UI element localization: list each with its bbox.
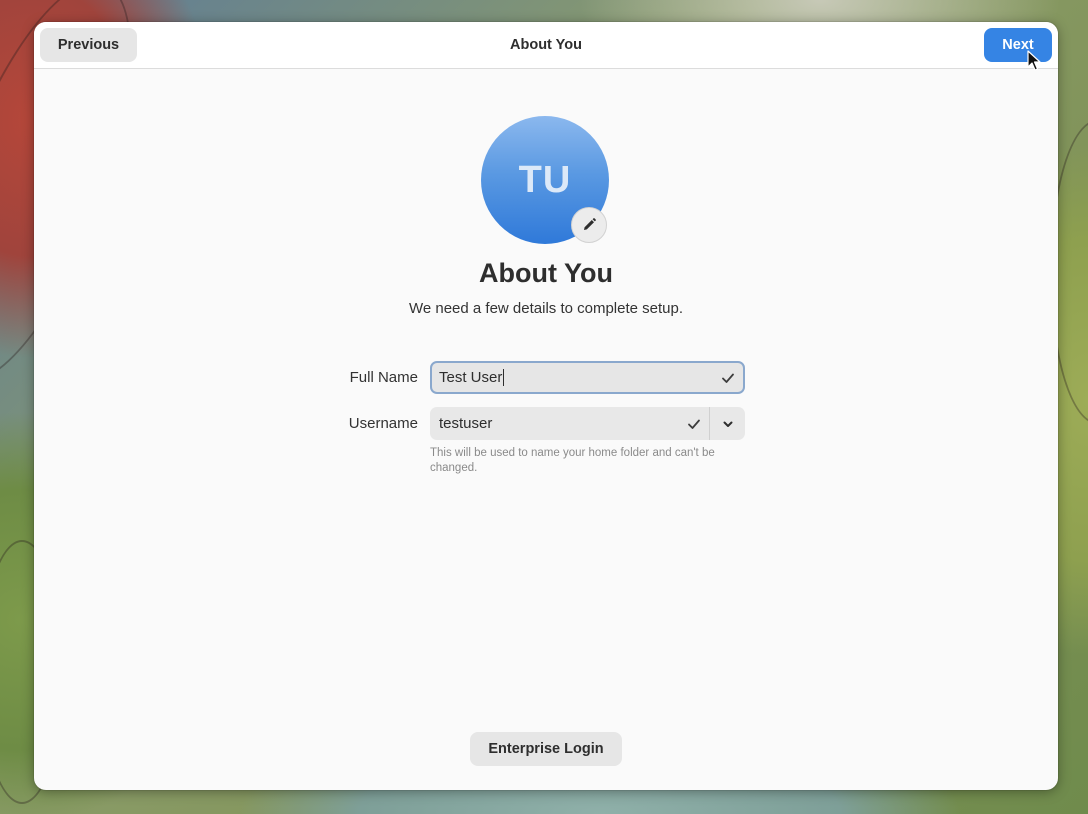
- full-name-text[interactable]: Test User: [439, 363, 505, 392]
- header-title: About You: [510, 37, 582, 53]
- username-combo[interactable]: testuser: [430, 407, 745, 440]
- avatar-initials: TU: [518, 158, 572, 201]
- mouse-pointer-icon: [1027, 50, 1041, 71]
- full-name-value: Test User: [439, 369, 503, 386]
- edit-avatar-button[interactable]: [571, 207, 607, 243]
- enterprise-login-button[interactable]: Enterprise Login: [470, 732, 622, 766]
- desktop-wallpaper: Previous About You Next TU About You We …: [0, 0, 1088, 814]
- text-cursor: [503, 369, 505, 386]
- previous-button[interactable]: Previous: [40, 28, 137, 62]
- page-title: About You: [479, 258, 613, 288]
- setup-dialog: Previous About You Next TU About You We …: [34, 22, 1058, 790]
- pencil-icon: [584, 218, 596, 230]
- header-bar: Previous About You Next: [34, 22, 1058, 69]
- username-value: testuser: [439, 415, 493, 432]
- full-name-label: Full Name: [349, 369, 418, 386]
- username-hint: This will be used to name your home fold…: [430, 447, 715, 474]
- checkmark-icon: [721, 363, 735, 392]
- username-dropdown-button[interactable]: [709, 407, 745, 440]
- chevron-down-icon: [723, 421, 732, 427]
- next-button[interactable]: Next: [984, 28, 1052, 62]
- username-field[interactable]: testuser: [439, 407, 492, 440]
- username-label: Username: [348, 415, 418, 432]
- full-name-field[interactable]: Test User: [430, 361, 745, 394]
- checkmark-icon: [687, 407, 701, 440]
- page-subtitle: We need a few details to complete setup.: [408, 300, 684, 317]
